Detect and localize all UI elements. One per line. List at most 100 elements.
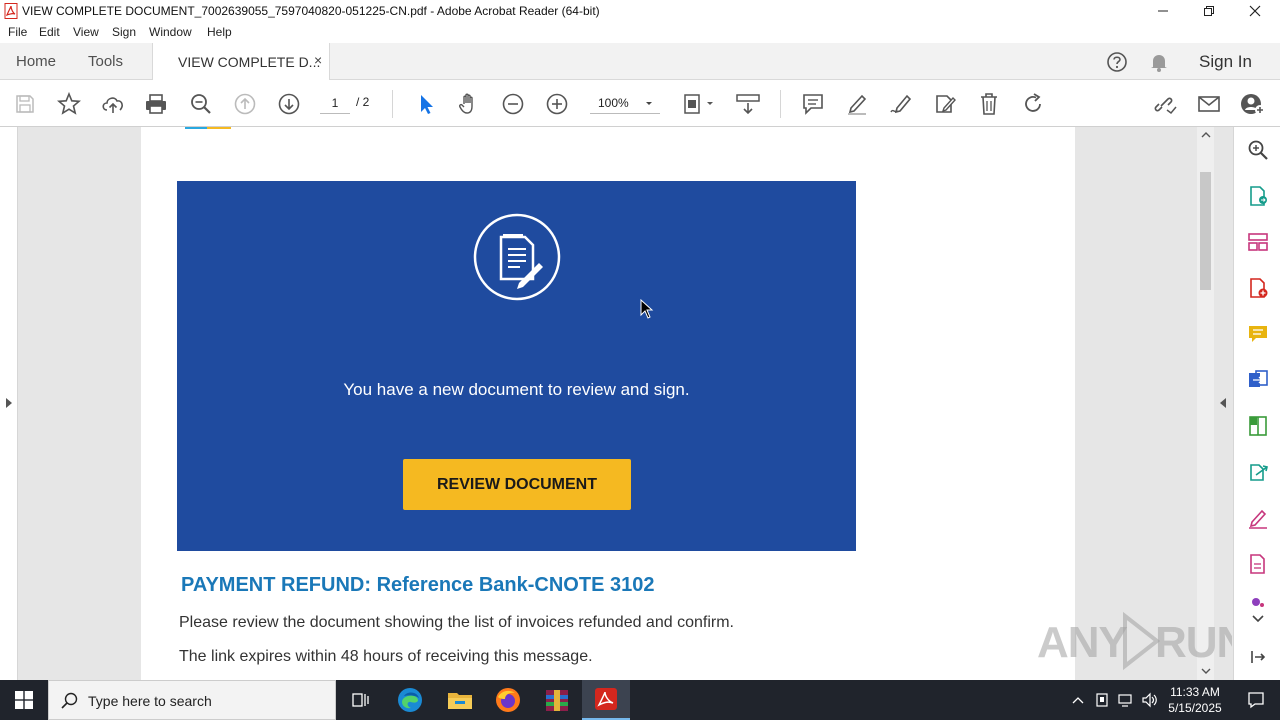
toolbar-divider (392, 90, 393, 118)
task-view-icon[interactable] (336, 680, 384, 720)
logo-accent-bar (185, 127, 207, 129)
tab-home[interactable]: Home (16, 53, 56, 70)
delete-trash-icon[interactable] (976, 91, 1002, 117)
scroll-up-icon[interactable] (1201, 131, 1211, 139)
search-icon (61, 692, 79, 710)
upload-cloud-icon[interactable] (100, 91, 126, 117)
action-center-icon[interactable] (1232, 680, 1280, 720)
send-for-signature-icon[interactable] (1245, 459, 1271, 485)
document-viewport[interactable]: You have a new document to review and si… (0, 127, 1233, 680)
menu-edit[interactable]: Edit (39, 25, 60, 39)
fill-and-sign-icon[interactable] (1245, 505, 1271, 531)
clock-date: 5/15/2025 (1168, 701, 1222, 715)
combine-files-icon[interactable] (1245, 367, 1271, 393)
create-pdf-icon[interactable] (1245, 275, 1271, 301)
minimize-button[interactable] (1140, 0, 1186, 22)
firefox-icon[interactable] (484, 680, 532, 720)
taskbar-search-placeholder: Type here to search (88, 693, 212, 709)
clock-time: 11:33 AM (1170, 685, 1220, 699)
export-pdf-icon[interactable] (1245, 183, 1271, 209)
acrobat-app-icon (4, 3, 18, 19)
collapse-panel-icon[interactable] (1245, 644, 1271, 670)
review-banner: You have a new document to review and si… (177, 181, 856, 551)
rotate-icon[interactable] (1020, 91, 1046, 117)
zoom-in-icon[interactable] (544, 91, 570, 117)
windows-start-icon[interactable] (0, 680, 48, 720)
comment-icon[interactable] (800, 91, 826, 117)
acrobat-taskbar-icon[interactable] (582, 680, 630, 720)
page-total: / 2 (356, 95, 370, 109)
search-icon[interactable] (1245, 137, 1271, 163)
taskbar-clock[interactable]: 11:33 AM 5/15/2025 (1164, 684, 1226, 716)
page-number-input[interactable]: 1 (320, 92, 350, 114)
save-icon[interactable] (12, 91, 38, 117)
toolbar: 1 / 2 100% (0, 80, 1280, 127)
draw-signature-icon[interactable] (888, 91, 914, 117)
organize-pages-icon[interactable] (1245, 229, 1271, 255)
restore-button[interactable] (1186, 0, 1232, 22)
mouse-cursor (640, 299, 654, 319)
watermark-any: ANY (1037, 618, 1128, 667)
menu-view[interactable]: View (73, 25, 99, 39)
collapse-right-panel-icon[interactable] (1219, 397, 1227, 409)
scrolling-mode-icon[interactable] (735, 91, 761, 117)
left-panel-collapsed (0, 127, 18, 680)
email-icon[interactable] (1196, 91, 1222, 117)
comment-panel-icon[interactable] (1245, 321, 1271, 347)
menu-window[interactable]: Window (149, 25, 192, 39)
next-page-icon[interactable] (276, 91, 302, 117)
select-cursor-icon[interactable] (412, 91, 438, 117)
zoom-out-icon[interactable] (500, 91, 526, 117)
edge-browser-icon[interactable] (386, 680, 434, 720)
taskbar-search-box[interactable]: Type here to search (48, 680, 336, 720)
tab-document[interactable]: VIEW COMPLETE D... × (152, 43, 330, 81)
review-message: You have a new document to review and si… (343, 380, 690, 399)
edit-pdf-icon[interactable] (1245, 413, 1271, 439)
notifications-bell-icon[interactable] (1149, 52, 1169, 72)
document-signature-icon (473, 213, 561, 301)
right-tools-panel (1233, 127, 1280, 680)
window-title: VIEW COMPLETE DOCUMENT_7002639055_759704… (22, 4, 600, 18)
close-window-button[interactable] (1232, 0, 1278, 22)
hand-tool-icon[interactable] (456, 91, 482, 117)
network-icon[interactable] (1114, 680, 1138, 720)
anyrun-watermark: ANY RUN (1037, 610, 1232, 672)
file-explorer-icon[interactable] (436, 680, 484, 720)
expand-tools-chevron-icon[interactable] (1245, 611, 1271, 627)
vertical-scrollbar[interactable] (1197, 127, 1214, 680)
menu-file[interactable]: File (8, 25, 27, 39)
more-tools-page-icon[interactable] (1245, 551, 1271, 577)
menu-help[interactable]: Help (207, 25, 232, 39)
windows-taskbar: Type here to search 11:33 AM 5/15/2025 (0, 680, 1280, 720)
menu-sign[interactable]: Sign (112, 25, 136, 39)
tab-tools[interactable]: Tools (88, 53, 123, 70)
bookmark-star-icon[interactable] (56, 91, 82, 117)
share-link-icon[interactable] (1151, 91, 1177, 117)
sign-in-button[interactable]: Sign In (1199, 52, 1252, 72)
scrollbar-thumb[interactable] (1200, 172, 1211, 290)
more-tools-icon[interactable] (1245, 593, 1271, 609)
zoom-level-dropdown[interactable]: 100% (590, 92, 660, 114)
winrar-icon[interactable] (533, 680, 581, 720)
watermark-run: RUN (1155, 618, 1232, 667)
expand-left-panel-icon[interactable] (5, 397, 13, 409)
menu-bar: File Edit View Sign Window Help (0, 22, 1280, 43)
volume-icon[interactable] (1138, 680, 1162, 720)
title-bar: VIEW COMPLETE DOCUMENT_7002639055_759704… (0, 0, 1280, 22)
review-document-button[interactable]: REVIEW DOCUMENT (403, 459, 631, 510)
previous-page-icon[interactable] (232, 91, 258, 117)
zoom-level-value: 100% (598, 96, 629, 110)
highlight-pen-icon[interactable] (844, 91, 870, 117)
body-paragraph: Please review the document showing the l… (179, 614, 734, 631)
add-user-icon[interactable] (1240, 91, 1266, 117)
body-paragraph: The link expires within 48 hours of rece… (179, 648, 593, 665)
help-icon[interactable] (1106, 51, 1128, 73)
page-fit-icon[interactable] (683, 91, 717, 117)
device-icon[interactable] (1090, 680, 1114, 720)
tab-close-icon[interactable]: × (314, 52, 322, 68)
show-hidden-icons-icon[interactable] (1066, 680, 1090, 720)
fill-sign-icon[interactable] (932, 91, 958, 117)
tab-bar: Home Tools VIEW COMPLETE D... × Sign In (0, 43, 1280, 81)
zoom-search-icon[interactable] (188, 91, 214, 117)
print-icon[interactable] (143, 91, 169, 117)
